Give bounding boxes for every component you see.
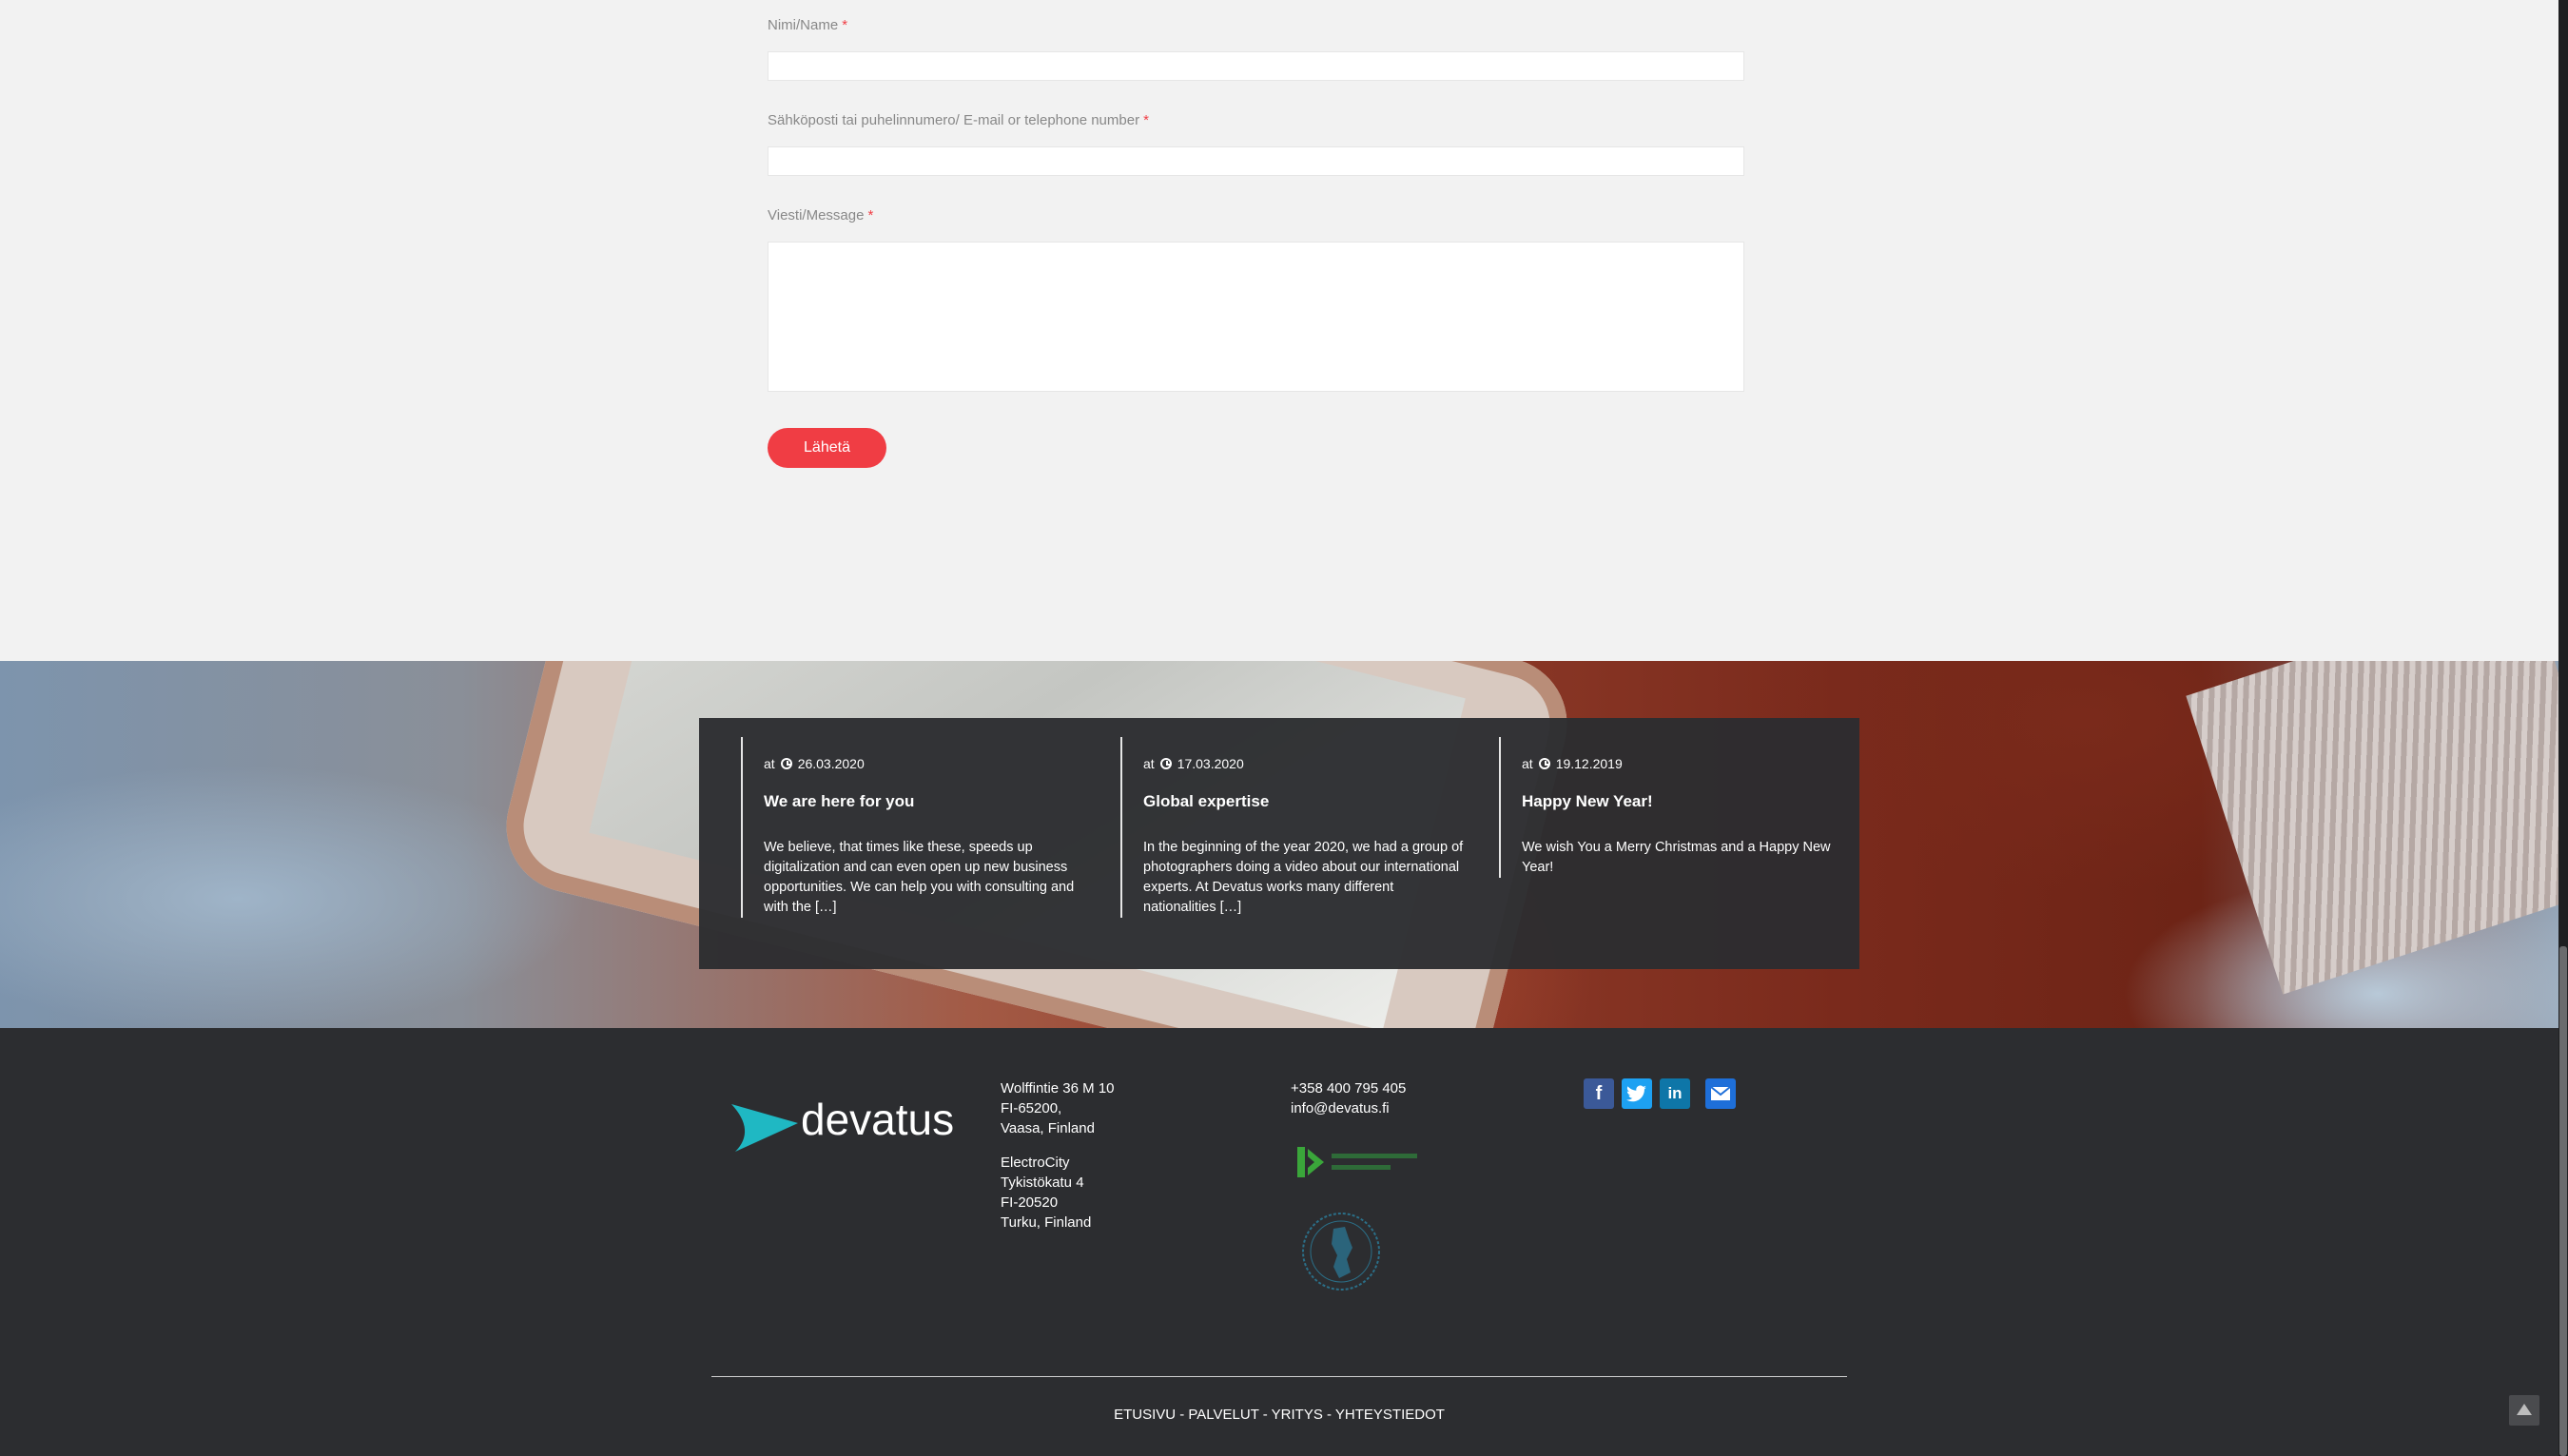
scrollbar-thumb[interactable]: [2559, 946, 2567, 1456]
name-label: Nimi/Name *: [768, 17, 847, 33]
email-link[interactable]: info@devatus.fi: [1291, 1098, 1406, 1118]
news-date: at 26.03.2020: [764, 756, 865, 771]
address-line: Tykistökatu 4: [1001, 1175, 1084, 1191]
news-date-value: 17.03.2020: [1177, 756, 1244, 771]
news-item[interactable]: at 17.03.2020 Global expertise In the be…: [1120, 737, 1477, 918]
address-turku: ElectroCity Tykistökatu 4 FI-20520 Turku…: [1001, 1153, 1091, 1233]
message-label: Viesti/Message *: [768, 207, 873, 223]
footer: [0, 1028, 2558, 1456]
certificate-seal-logo[interactable]: [1299, 1210, 1383, 1293]
address-line: Vaasa, Finland: [1001, 1120, 1095, 1136]
news-title[interactable]: Happy New Year!: [1522, 792, 1653, 811]
news-item[interactable]: at 26.03.2020 We are here for you We bel…: [741, 737, 1098, 918]
contact-info: +358 400 795 405 info@devatus.fi: [1291, 1078, 1406, 1118]
footer-divider: [711, 1376, 1847, 1377]
message-label-text: Viesti/Message: [768, 207, 865, 223]
news-excerpt: We believe, that times like these, speed…: [764, 840, 1075, 915]
partner-badge-logo[interactable]: [1295, 1145, 1423, 1179]
linkedin-icon[interactable]: in: [1660, 1078, 1690, 1109]
logo-wordmark[interactable]: devatus: [801, 1094, 954, 1145]
email-label-text: Sähköposti tai puhelinnumero/ E-mail or …: [768, 112, 1140, 128]
address-line: Wolffintie 36 M 10: [1001, 1080, 1115, 1097]
news-item[interactable]: at 19.12.2019 Happy New Year! We wish Yo…: [1499, 737, 1856, 878]
address-line: ElectroCity: [1001, 1155, 1070, 1171]
required-mark: *: [867, 207, 874, 223]
phone-number[interactable]: +358 400 795 405: [1291, 1078, 1406, 1098]
news-title[interactable]: We are here for you: [764, 792, 914, 811]
address-line: FI-20520: [1001, 1194, 1059, 1211]
clock-icon: [1538, 758, 1550, 769]
news-date-value: 19.12.2019: [1555, 756, 1623, 771]
required-mark: *: [1143, 112, 1149, 128]
news-date-prefix: at: [1522, 756, 1533, 771]
news-date-prefix: at: [764, 756, 775, 771]
submit-button[interactable]: Lähetä: [768, 428, 886, 468]
news-date-value: 26.03.2020: [797, 756, 865, 771]
required-mark: *: [842, 17, 848, 33]
news-date: at 17.03.2020: [1143, 756, 1244, 771]
address-line: FI-65200,: [1001, 1100, 1062, 1116]
footer-nav[interactable]: ETUSIVU - PALVELUT - YRITYS - YHTEYSTIED…: [0, 1407, 2558, 1423]
address-vaasa: Wolffintie 36 M 10 FI-65200, Vaasa, Finl…: [1001, 1078, 1115, 1138]
news-date: at 19.12.2019: [1522, 756, 1623, 771]
message-field[interactable]: [768, 242, 1744, 392]
name-label-text: Nimi/Name: [768, 17, 839, 33]
devatus-logo-mark-icon[interactable]: [728, 1098, 802, 1154]
facebook-icon[interactable]: f: [1584, 1078, 1614, 1109]
news-title[interactable]: Global expertise: [1143, 792, 1269, 811]
mail-icon[interactable]: [1705, 1078, 1736, 1109]
news-excerpt: In the beginning of the year 2020, we ha…: [1143, 840, 1464, 915]
address-line: Turku, Finland: [1001, 1214, 1092, 1231]
name-field[interactable]: [768, 51, 1744, 81]
news-excerpt: We wish You a Merry Christmas and a Happ…: [1522, 840, 1831, 875]
email-field[interactable]: [768, 146, 1744, 176]
back-to-top-button[interactable]: [2509, 1395, 2539, 1426]
clock-icon: [780, 758, 792, 769]
shirt-sleeve-shape: [2186, 661, 2558, 995]
twitter-icon[interactable]: [1622, 1078, 1652, 1109]
clock-icon: [1159, 758, 1172, 769]
email-label: Sähköposti tai puhelinnumero/ E-mail or …: [768, 112, 1149, 128]
news-date-prefix: at: [1143, 756, 1155, 771]
